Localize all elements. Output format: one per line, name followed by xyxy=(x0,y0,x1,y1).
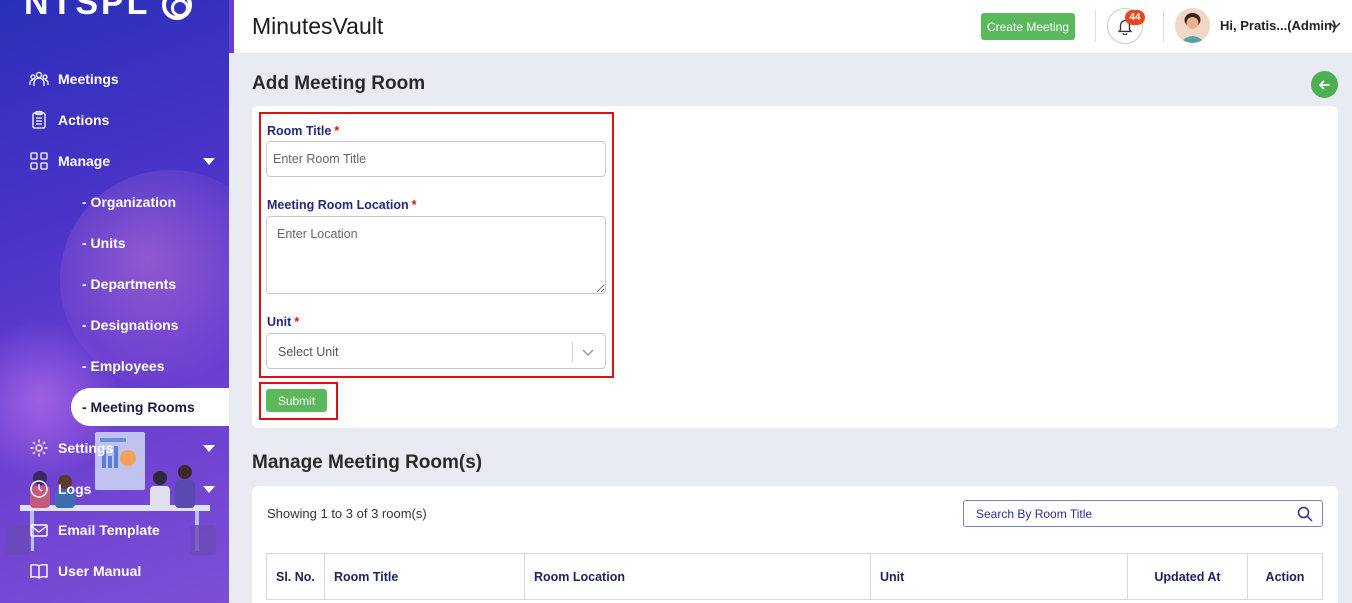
header-divider xyxy=(1163,10,1164,42)
room-title-label: Room Title * xyxy=(267,124,339,138)
user-greeting[interactable]: Hi, Pratis...(Admin) xyxy=(1220,18,1336,33)
sidebar-subitem-employees[interactable]: - Employees xyxy=(82,358,164,374)
sidebar-item-label: Email Template xyxy=(58,522,160,538)
required-mark: * xyxy=(294,315,300,329)
sidebar-item-label: Meetings xyxy=(58,71,119,87)
search-input[interactable]: Search By Room Title xyxy=(963,500,1323,527)
sidebar-subitem-designations[interactable]: - Designations xyxy=(82,317,178,333)
sidebar-subitem-label: - Meeting Rooms xyxy=(82,399,195,415)
table-header: Sl. No. Room Title Room Location Unit Up… xyxy=(266,553,1323,600)
user-avatar-icon xyxy=(1175,8,1210,43)
app-title: MinutesVault xyxy=(252,13,384,39)
required-mark: * xyxy=(411,198,417,212)
book-icon xyxy=(29,561,49,581)
unit-label: Unit * xyxy=(267,315,299,329)
create-meeting-button[interactable]: Create Meeting xyxy=(981,13,1075,40)
grid-icon xyxy=(29,151,49,171)
sidebar-item-label: Settings xyxy=(58,440,114,456)
caret-down-icon xyxy=(203,158,215,165)
column-header-sl-no: Sl. No. xyxy=(267,554,325,599)
back-button[interactable] xyxy=(1311,71,1338,98)
notification-count-badge: 44 xyxy=(1125,10,1145,25)
required-mark: * xyxy=(334,124,340,138)
sidebar-item-label: User Manual xyxy=(58,563,142,579)
avatar[interactable] xyxy=(1175,8,1210,43)
caret-down-icon xyxy=(203,486,215,493)
sidebar-item-label: Manage xyxy=(58,153,111,169)
arrow-left-icon xyxy=(1318,79,1330,90)
sidebar-item-logs[interactable]: Logs xyxy=(0,471,229,507)
column-header-updated-at[interactable]: Updated At xyxy=(1128,554,1248,599)
caret-down-icon xyxy=(203,445,215,452)
sidebar-item-email-template[interactable]: Email Template xyxy=(0,512,229,548)
section-title-manage: Manage Meeting Room(s) xyxy=(252,452,483,473)
submit-button[interactable]: Submit xyxy=(266,389,327,412)
sidebar-subitem-departments[interactable]: - Departments xyxy=(82,276,176,292)
meetings-icon xyxy=(29,69,49,89)
chevron-down-icon[interactable] xyxy=(1328,19,1342,33)
column-header-room-location[interactable]: Room Location xyxy=(525,554,871,599)
sidebar-item-label: Actions xyxy=(58,112,110,128)
select-separator xyxy=(572,342,573,362)
unit-select-placeholder: Select Unit xyxy=(278,345,339,359)
column-header-room-title[interactable]: Room Title xyxy=(325,554,525,599)
sidebar-item-settings[interactable]: Settings xyxy=(0,430,229,466)
sidebar-item-meetings[interactable]: Meetings xyxy=(0,61,229,97)
search-icon[interactable] xyxy=(1297,506,1313,522)
label-text: Meeting Room Location xyxy=(267,198,409,212)
label-text: Room Title xyxy=(267,124,332,138)
gear-icon xyxy=(29,438,49,458)
page-title: Add Meeting Room xyxy=(252,73,426,94)
sidebar-item-label: Logs xyxy=(58,481,92,497)
room-title-input[interactable] xyxy=(266,141,606,177)
sidebar-item-manage[interactable]: Manage xyxy=(0,143,229,179)
clock-icon xyxy=(29,479,49,499)
envelope-icon xyxy=(29,520,49,540)
logo-ring-icon xyxy=(162,0,193,21)
clipboard-icon xyxy=(29,110,49,130)
sidebar-subitem-units[interactable]: - Units xyxy=(82,235,126,251)
sidebar: NTSPL Meetings Actions Manage - Organiza… xyxy=(0,0,229,603)
search-placeholder: Search By Room Title xyxy=(976,507,1093,521)
unit-select[interactable]: Select Unit xyxy=(266,333,606,369)
top-header: MinutesVault Create Meeting 44 Hi, Prati… xyxy=(229,0,1352,53)
logo[interactable]: NTSPL xyxy=(24,0,193,23)
chevron-down-icon[interactable] xyxy=(581,345,595,359)
location-textarea[interactable] xyxy=(266,216,606,294)
location-label: Meeting Room Location * xyxy=(267,198,417,212)
logo-text: NTSPL xyxy=(24,0,150,22)
column-header-action: Action xyxy=(1265,569,1305,584)
sidebar-item-user-manual[interactable]: User Manual xyxy=(0,553,229,589)
sidebar-subitem-organization[interactable]: - Organization xyxy=(82,194,176,210)
sidebar-item-actions[interactable]: Actions xyxy=(0,102,229,138)
header-divider xyxy=(1095,10,1096,42)
sidebar-subitem-meeting-rooms[interactable]: - Meeting Rooms xyxy=(71,388,229,426)
column-header-unit[interactable]: Unit xyxy=(871,554,1128,599)
label-text: Unit xyxy=(267,315,292,329)
showing-count: Showing 1 to 3 of 3 room(s) xyxy=(267,506,427,521)
